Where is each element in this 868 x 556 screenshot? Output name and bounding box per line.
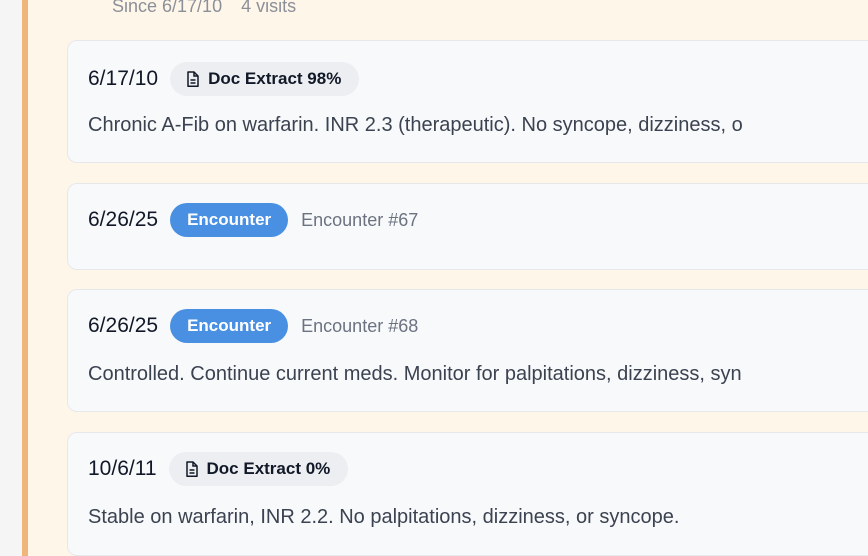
left-gutter [0, 0, 22, 556]
history-card[interactable]: 6/17/10 Doc Extract 98% Chronic A-Fib on… [67, 40, 868, 163]
entry-note: Stable on warfarin, INR 2.2. No palpitat… [88, 506, 680, 528]
encounter-badge: Encounter [170, 203, 289, 237]
doc-extract-badge: Doc Extract 98% [170, 62, 360, 96]
since-text: Since 6/17/10 [112, 0, 223, 16]
history-summary: Since 6/17/10 4 visits [112, 0, 296, 17]
document-icon [187, 70, 199, 87]
badge-label: Doc Extract 98% [208, 69, 342, 88]
history-card[interactable]: 10/6/11 Doc Extract 0% Stable on warfari… [67, 432, 868, 556]
entry-note: Chronic A-Fib on warfarin. INR 2.3 (ther… [88, 114, 743, 136]
history-card[interactable]: 6/26/25 Encounter Encounter #67 [67, 183, 868, 270]
doc-extract-badge: Doc Extract 0% [168, 452, 349, 486]
history-card[interactable]: 6/26/25 Encounter Encounter #68 Controll… [67, 289, 868, 412]
entry-date: 6/26/25 [88, 314, 159, 337]
encounter-id: Encounter #68 [301, 315, 419, 336]
entry-date: 6/17/10 [88, 67, 159, 90]
entry-date: 10/6/11 [88, 457, 157, 480]
badge-label: Doc Extract 0% [206, 459, 331, 478]
encounter-badge: Encounter [170, 309, 289, 343]
entry-date: 6/26/25 [88, 208, 159, 231]
encounter-id: Encounter #67 [301, 209, 419, 230]
document-icon [185, 460, 198, 477]
entry-note: Controlled. Continue current meds. Monit… [88, 363, 742, 385]
visits-count: 4 visits [241, 0, 297, 16]
